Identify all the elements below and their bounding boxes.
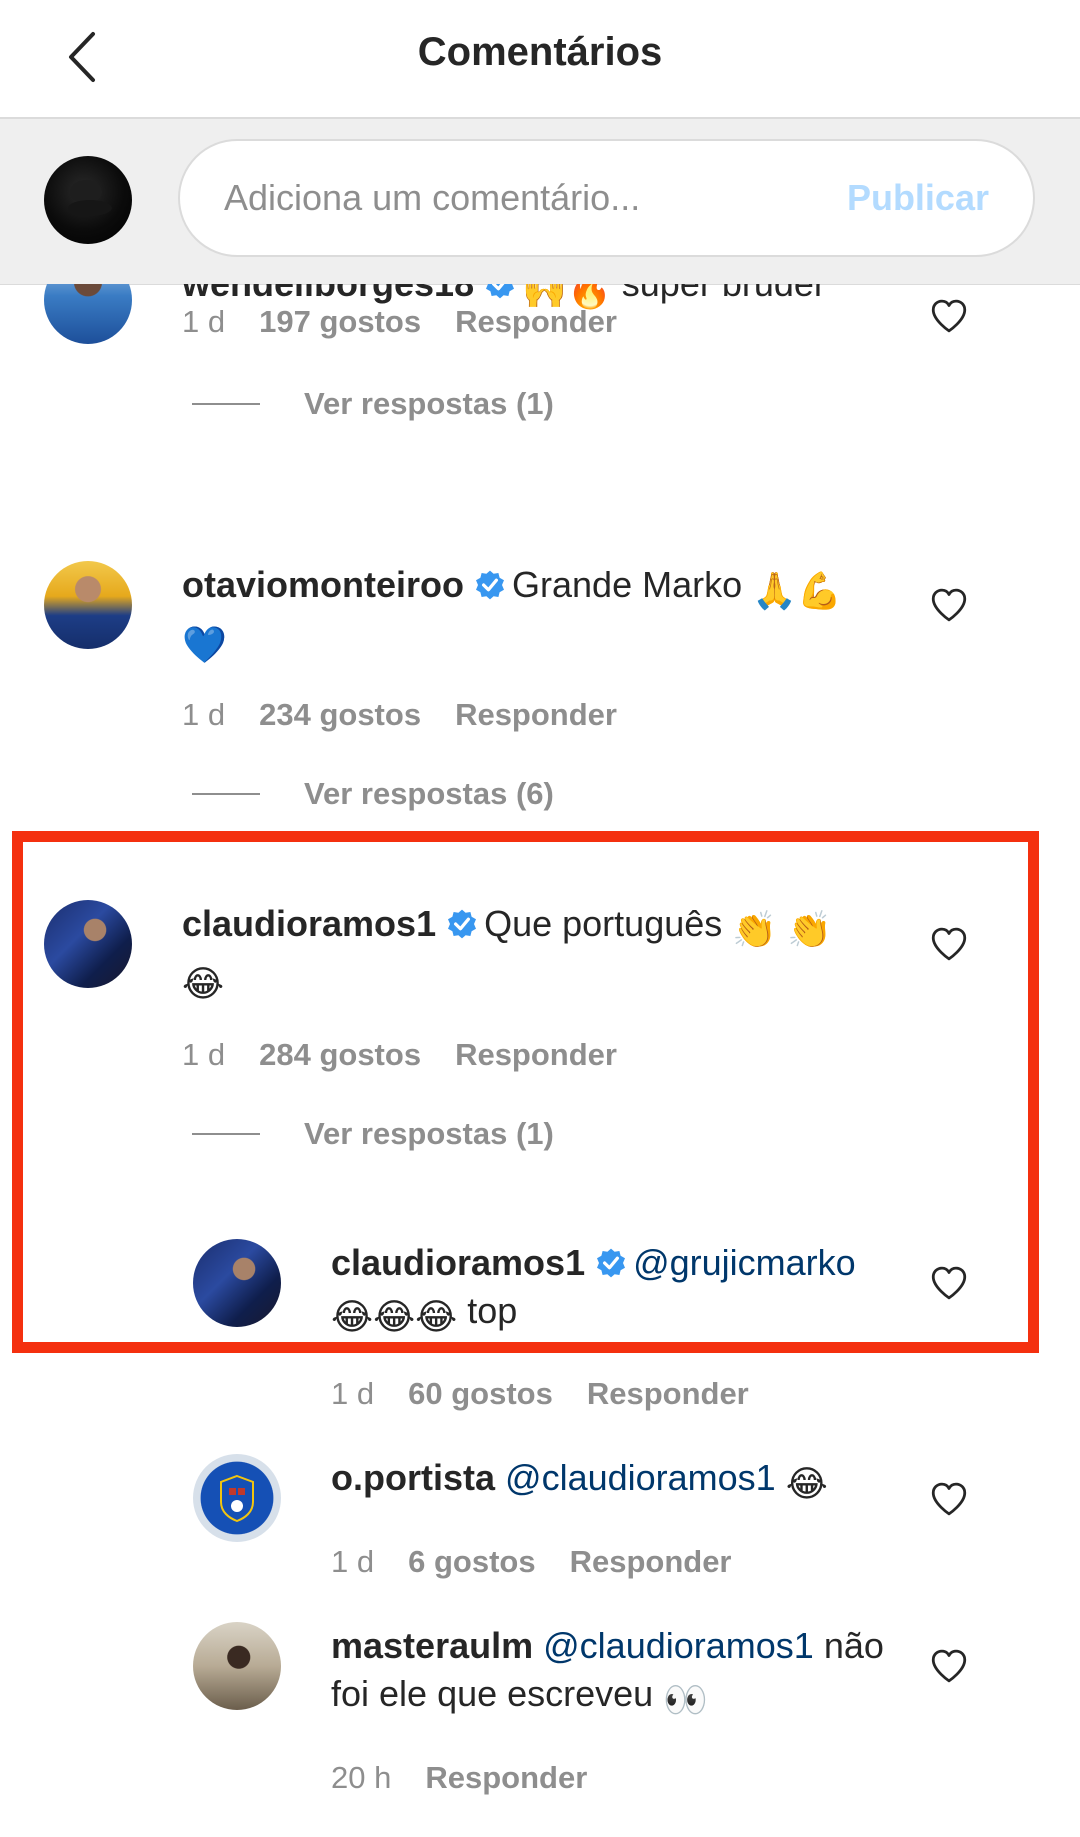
comment-list[interactable]: wendellborges18🙌🔥 super bruder 1 d 197 g… <box>0 284 1080 1837</box>
reply-meta: 1 d 6 gostos Responder <box>331 1544 732 1580</box>
club-crest-icon <box>220 1474 254 1523</box>
heart-outline-icon[interactable] <box>928 923 970 965</box>
heart-outline-icon[interactable] <box>928 1478 970 1520</box>
username[interactable]: o.portista <box>331 1457 495 1498</box>
reply-meta: 20 h Responder <box>331 1760 587 1796</box>
tears-of-joy-emoji: 😂 <box>785 1463 828 1504</box>
comment-meta: 1 d 234 gostos Responder <box>182 697 617 733</box>
username[interactable]: otaviomonteiroo <box>182 564 464 605</box>
heart-outline-icon[interactable] <box>928 1262 970 1304</box>
mention-link[interactable]: @claudioramos1 <box>505 1457 776 1498</box>
reply-body: claudioramos1 @grujicmarko 😂😂😂 top <box>331 1239 891 1341</box>
reply-button[interactable]: Responder <box>455 1037 617 1073</box>
view-replies-button[interactable]: Ver respostas (1) <box>192 1116 554 1152</box>
heart-outline-icon[interactable] <box>928 1645 970 1687</box>
comment-body: otaviomonteiroo Grande Marko 🙏💪 💙 <box>182 561 882 669</box>
comment-meta: 1 d 197 gostos Responder <box>182 304 617 340</box>
username[interactable]: claudioramos1 <box>331 1242 585 1283</box>
heart-outline-icon[interactable] <box>928 295 970 337</box>
username[interactable]: claudioramos1 <box>182 903 436 944</box>
reply-button[interactable]: Responder <box>587 1376 749 1412</box>
publish-button[interactable]: Publicar <box>847 177 989 219</box>
avatar[interactable] <box>193 1454 281 1542</box>
view-replies-button[interactable]: Ver respostas (6) <box>192 776 554 812</box>
comment-time: 1 d <box>182 304 226 339</box>
avatar <box>44 156 132 244</box>
like-count[interactable]: 197 gostos <box>259 304 421 340</box>
clapping-hands-emoji: 👏 <box>787 909 832 950</box>
reply-time: 1 d <box>331 1544 375 1579</box>
divider <box>192 403 260 405</box>
reply-text: top <box>467 1290 518 1331</box>
tears-of-joy-emoji: 😂😂😂 <box>331 1296 458 1337</box>
comment-box: Publicar <box>178 139 1035 257</box>
avatar[interactable] <box>44 284 132 344</box>
header: Comentários <box>0 0 1080 119</box>
comment-text: Grande Marko <box>512 564 743 605</box>
reply-button[interactable]: Responder <box>570 1544 732 1580</box>
blue-heart-emoji: 💙 <box>182 624 227 665</box>
comment-time: 1 d <box>182 697 226 732</box>
avatar[interactable] <box>44 561 132 649</box>
eyes-emoji: 👀 <box>663 1679 709 1720</box>
flexed-biceps-emoji: 💪 <box>796 570 842 611</box>
comment-composer: Publicar <box>0 119 1080 285</box>
avatar[interactable] <box>44 900 132 988</box>
username[interactable]: wendellborges18 <box>182 284 474 304</box>
like-count[interactable]: 234 gostos <box>259 697 421 733</box>
verified-icon <box>448 909 477 939</box>
comment-time: 1 d <box>182 1037 226 1072</box>
username[interactable]: masteraulm <box>331 1625 533 1666</box>
like-count[interactable]: 284 gostos <box>259 1037 421 1073</box>
reply-button[interactable]: Responder <box>425 1760 587 1796</box>
like-count[interactable]: 6 gostos <box>408 1544 535 1580</box>
comment-body: claudioramos1 Que português 👏 👏 😂 <box>182 900 882 1008</box>
like-count[interactable]: 60 gostos <box>408 1376 553 1412</box>
avatar[interactable] <box>193 1239 281 1327</box>
reply-body: masteraulm @claudioramos1 não foi ele qu… <box>331 1622 891 1724</box>
clapping-hands-emoji: 👏 <box>732 909 778 950</box>
comment-text: super bruder <box>622 284 826 304</box>
verified-icon <box>486 284 515 299</box>
page-title: Comentários <box>417 30 663 74</box>
verified-icon <box>597 1248 626 1278</box>
tears-of-joy-emoji: 😂 <box>182 963 225 1004</box>
view-replies-button[interactable]: Ver respostas (1) <box>192 386 554 422</box>
heart-outline-icon[interactable] <box>928 584 970 626</box>
view-replies-label: Ver respostas (6) <box>304 776 554 811</box>
avatar[interactable] <box>193 1622 281 1710</box>
comment-input[interactable] <box>224 171 824 225</box>
divider <box>192 1133 260 1135</box>
verified-icon <box>476 570 505 600</box>
reply-button[interactable]: Responder <box>455 304 617 340</box>
view-replies-label: Ver respostas (1) <box>304 1116 554 1151</box>
folded-hands-emoji: 🙏 <box>752 570 797 611</box>
reply-meta: 1 d 60 gostos Responder <box>331 1376 749 1412</box>
reply-time: 20 h <box>331 1760 392 1795</box>
mention-link[interactable]: @grujicmarko <box>633 1242 856 1283</box>
comment-meta: 1 d 284 gostos Responder <box>182 1037 617 1073</box>
comment-text: Que português <box>484 903 723 944</box>
mention-link[interactable]: @claudioramos1 <box>543 1625 814 1666</box>
reply-time: 1 d <box>331 1376 375 1411</box>
avatar-photo <box>68 180 112 216</box>
reply-body: o.portista @claudioramos1 😂 <box>331 1454 891 1508</box>
divider <box>192 793 260 795</box>
view-replies-label: Ver respostas (1) <box>304 386 554 421</box>
reply-button[interactable]: Responder <box>455 697 617 733</box>
